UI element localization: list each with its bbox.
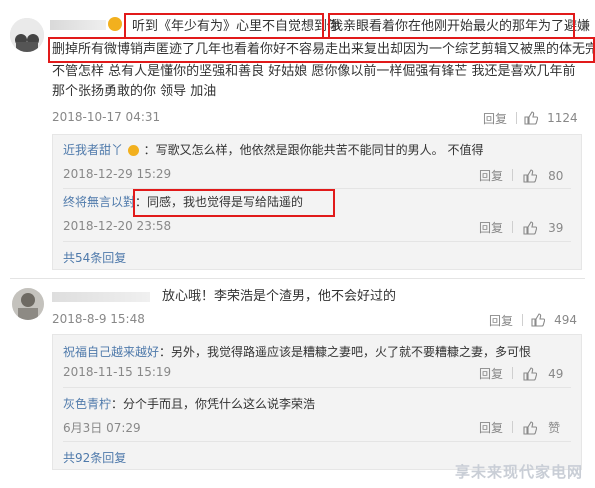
reply-time: 6月3日 07:29 [63,421,141,435]
reply-username[interactable]: 灰色青柠 [63,397,111,411]
thumbs-up-icon [531,312,545,327]
avatar[interactable] [12,288,44,320]
avatar-image [12,288,44,320]
username-masked[interactable] [50,20,106,30]
reply-username[interactable]: 终将無言以對 [63,195,135,209]
like-button[interactable]: 494 [531,309,577,328]
like-count: 49 [548,367,564,381]
watermark: 享未来现代家电网 [454,463,583,481]
comment-text-part: 不管怎样 总有人是懂你的坚强和善良 好姑娘 愿你像以前一样倔强有锋芒 我还是喜欢… [52,64,576,99]
like-count: 赞 [548,421,561,435]
thumbs-up-icon [523,420,537,435]
thumbs-up-icon [523,220,537,235]
vip-badge-icon [108,17,122,31]
highlight-box [328,13,575,39]
reply-text: ：另外，我觉得路遥应该是糟糠之妻吧，火了就不要糟糠之妻，多可恨 [159,345,532,359]
reply-time: 2018-11-15 15:19 [63,365,172,379]
reply-item: 近我者甜丫 ：写歌又怎么样，他依然是跟你能共苦不能同甘的男人。 不值得 [63,141,484,159]
avatar[interactable] [10,18,44,52]
reply-text: ：分个手而且，你凭什么这么说李荣浩 [111,397,316,411]
reply-button[interactable]: 回复 [479,365,503,382]
like-button[interactable]: 赞 [523,417,560,436]
like-button[interactable]: 80 [523,165,563,184]
comment-time: 2018-8-9 15:48 [52,312,145,326]
reply-username[interactable]: 祝福自己越来越好 [63,345,159,359]
like-count: 1124 [547,111,578,125]
highlight-box [124,13,324,39]
reply-item: 灰色青柠：分个手而且，你凭什么这么说李荣浩 [63,395,315,413]
reply-time: 2018-12-29 15:29 [63,167,172,181]
like-button[interactable]: 1124 [524,107,578,126]
reply-button[interactable]: 回复 [479,219,503,236]
replies-panel: 近我者甜丫 ：写歌又怎么样，他依然是跟你能共苦不能同甘的男人。 不值得 2018… [52,134,582,270]
thumbs-up-icon [524,110,538,125]
thumbs-up-icon [523,168,537,183]
reply-username[interactable]: 近我者甜丫 [63,143,123,157]
username-masked[interactable] [52,292,150,302]
reply-item: 祝福自己越来越好：另外，我觉得路遥应该是糟糠之妻吧，火了就不要糟糠之妻，多可恨 [63,343,531,361]
comment-text: 放心哦！李荣浩是个渣男，他不会好过的 [162,289,397,304]
vip-badge-icon [127,145,139,156]
more-replies-link[interactable]: 共92条回复 [63,449,126,466]
like-button[interactable]: 39 [523,217,563,236]
replies-panel: 祝福自己越来越好：另外，我觉得路遥应该是糟糠之妻吧，火了就不要糟糠之妻，多可恨 … [52,334,582,470]
reply-text: ：写歌又怎么样，他依然是跟你能共苦不能同甘的男人。 不值得 [143,143,484,157]
reply-button[interactable]: 回复 [479,167,503,184]
reply-button[interactable]: 回复 [483,110,507,127]
like-count: 80 [548,169,564,183]
reply-button[interactable]: 回复 [489,312,513,329]
thumbs-up-icon [523,366,537,381]
like-button[interactable]: 49 [523,363,563,382]
more-replies-link[interactable]: 共54条回复 [63,249,126,266]
highlight-box [133,189,335,217]
highlight-box [48,37,595,63]
like-count: 494 [554,313,577,327]
comment-time: 2018-10-17 04:31 [52,110,161,124]
like-count: 39 [548,221,564,235]
avatar-image [10,18,44,52]
reply-button[interactable]: 回复 [479,419,503,436]
divider [10,278,585,279]
reply-time: 2018-12-20 23:58 [63,219,172,233]
